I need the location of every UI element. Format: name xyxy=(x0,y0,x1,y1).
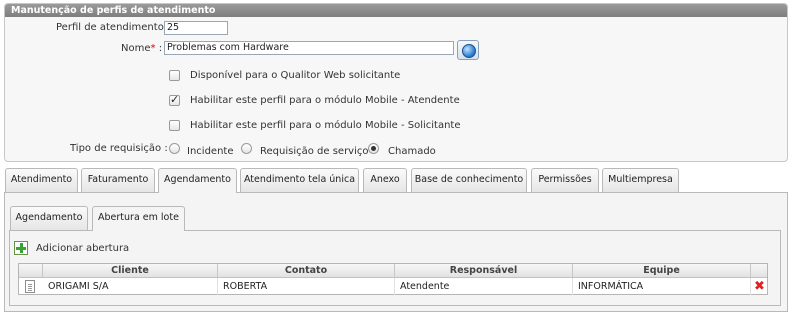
search-globe-button[interactable] xyxy=(457,40,479,60)
grid-header: Cliente Contato Responsável Equipe xyxy=(19,264,767,278)
radio-incidente-label: Incidente xyxy=(187,146,234,157)
add-abertura-link[interactable]: Adicionar abertura xyxy=(36,243,129,254)
required-marker: * xyxy=(150,43,156,54)
checkbox-web-solicitante[interactable] xyxy=(169,70,180,81)
tab-permissoes[interactable]: Permissões xyxy=(531,168,599,192)
plus-icon[interactable] xyxy=(14,241,28,255)
tab-base-conhecimento[interactable]: Base de conhecimento xyxy=(411,168,527,192)
grid-header-cliente[interactable]: Cliente xyxy=(43,264,218,277)
checkbox-web-solicitante-label: Disponível para o Qualitor Web solicitan… xyxy=(190,70,401,81)
grid-header-icon-col xyxy=(19,264,43,277)
cell-contato: ROBERTA xyxy=(218,278,395,295)
cell-responsavel: Atendente xyxy=(395,278,573,295)
grid-header-equipe[interactable]: Equipe xyxy=(573,264,751,277)
tab-atendimento-tela-unica[interactable]: Atendimento tela única xyxy=(240,168,359,192)
nome-label: Nome* : xyxy=(121,43,163,54)
tab-atendimento[interactable]: Atendimento xyxy=(5,168,78,192)
delete-icon[interactable]: ✖ xyxy=(753,280,766,293)
radio-incidente[interactable] xyxy=(169,143,180,154)
tipo-requisicao-label: Tipo de requisição : xyxy=(70,143,168,154)
checkbox-mobile-solicitante[interactable] xyxy=(169,120,180,131)
subtab-abertura-em-lote[interactable]: Abertura em lote xyxy=(92,206,185,231)
grid-header-responsavel[interactable]: Responsável xyxy=(395,264,573,277)
checkbox-mobile-atendente-label: Habilitar este perfil para o módulo Mobi… xyxy=(190,95,460,106)
nome-field[interactable]: Problemas com Hardware xyxy=(164,41,454,55)
cell-cliente: ORIGAMI S/A xyxy=(43,278,218,295)
radio-requisicao-servico[interactable] xyxy=(241,143,252,154)
panel-title: Manutenção de perfis de atendimento xyxy=(5,4,787,17)
perfil-field[interactable]: 25 xyxy=(164,21,228,35)
tab-multiempresa[interactable]: Multiempresa xyxy=(602,168,679,192)
tab-agendamento[interactable]: Agendamento xyxy=(158,168,237,193)
abertura-grid: Cliente Contato Responsável Equipe ORIGA… xyxy=(18,263,768,295)
document-icon[interactable] xyxy=(25,280,35,293)
tab-anexo[interactable]: Anexo xyxy=(363,168,407,192)
cell-equipe: INFORMÁTICA xyxy=(573,278,751,295)
radio-chamado-label: Chamado xyxy=(388,146,436,157)
radio-chamado[interactable] xyxy=(368,143,379,154)
checkmark-icon: ✓ xyxy=(170,93,180,106)
checkbox-mobile-atendente[interactable]: ✓ xyxy=(169,93,180,106)
checkbox-mobile-solicitante-label: Habilitar este perfil para o módulo Mobi… xyxy=(190,120,461,131)
radio-selected-dot xyxy=(371,146,376,151)
globe-icon xyxy=(462,44,476,58)
grid-header-contato[interactable]: Contato xyxy=(218,264,395,277)
perfil-label: Perfil de atendimento : xyxy=(56,22,171,33)
subtab-agendamento[interactable]: Agendamento xyxy=(10,206,88,230)
tab-faturamento[interactable]: Faturamento xyxy=(81,168,155,192)
radio-requisicao-servico-label: Requisição de serviço xyxy=(260,146,369,157)
